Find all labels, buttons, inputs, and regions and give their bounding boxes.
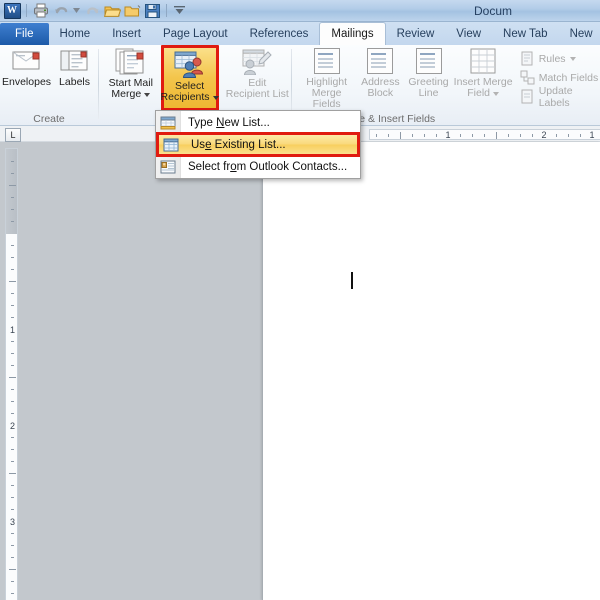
edit-recipient-list-button[interactable]: Edit Recipient List bbox=[225, 45, 290, 100]
save-icon[interactable] bbox=[143, 2, 161, 19]
highlight-merge-fields-label-bottom: Merge Fields bbox=[311, 87, 342, 110]
menu-item-type-new-list[interactable]: Type New List... bbox=[156, 113, 360, 132]
insert-merge-field-label-bottom: Field bbox=[467, 87, 491, 99]
match-fields-label: Match Fields bbox=[538, 71, 599, 84]
word-logo-glyph: W bbox=[3, 2, 21, 19]
select-recipients-label-bottom: Recipients bbox=[160, 91, 210, 103]
vruler-num-3: 3 bbox=[9, 517, 15, 527]
start-mail-merge-button[interactable]: Start Mail Merge bbox=[103, 45, 159, 100]
menu-item-use-existing-list[interactable]: Use Existing List... bbox=[156, 132, 360, 157]
write-insert-small-buttons: Rules Match Fields Update Labels bbox=[520, 45, 600, 109]
envelopes-label: Envelopes bbox=[2, 76, 52, 88]
update-labels-icon bbox=[521, 89, 533, 104]
word-logo-icon[interactable]: W bbox=[3, 2, 21, 19]
tab-new[interactable]: New bbox=[559, 24, 600, 45]
labels-icon bbox=[60, 50, 88, 71]
tab-references[interactable]: References bbox=[239, 24, 320, 45]
new-folder-icon[interactable] bbox=[123, 2, 141, 19]
outlook-contacts-icon bbox=[160, 160, 176, 173]
chevron-down-icon bbox=[144, 92, 151, 97]
select-recipients-icon bbox=[174, 51, 203, 78]
vertical-ruler[interactable]: 1 2 3 bbox=[5, 148, 18, 600]
horizontal-ruler-track[interactable]: 1 2 1 bbox=[369, 129, 600, 140]
highlight-merge-fields-button[interactable]: Highlight Merge Fields bbox=[297, 45, 356, 110]
start-mail-merge-icon bbox=[115, 48, 144, 75]
word-window: W Docum File Home Insert Page Layout Ref… bbox=[0, 0, 600, 600]
chevron-down-icon bbox=[569, 56, 576, 61]
undo-dropdown-icon[interactable] bbox=[72, 2, 81, 19]
highlight-merge-fields-icon bbox=[313, 48, 340, 74]
rules-label: Rules bbox=[538, 52, 566, 65]
menu-item-use-existing-list-label: Use Existing List... bbox=[191, 138, 286, 151]
menu-item-outlook-contacts[interactable]: Select from Outlook Contacts... bbox=[156, 157, 360, 176]
tab-file[interactable]: File bbox=[0, 23, 49, 45]
hruler-num-1: 1 bbox=[445, 130, 451, 140]
select-recipients-button[interactable]: Select Recipients bbox=[161, 45, 219, 111]
hruler-num-2: 2 bbox=[541, 130, 547, 140]
qat-divider-2 bbox=[166, 4, 167, 17]
menu-item-outlook-contacts-label: Select from Outlook Contacts... bbox=[188, 160, 348, 173]
group-divider-2 bbox=[291, 49, 292, 119]
update-labels-label: Update Labels bbox=[538, 84, 573, 109]
group-divider-1 bbox=[98, 49, 99, 119]
tab-page-layout[interactable]: Page Layout bbox=[152, 24, 239, 45]
start-mail-merge-label-bottom: Merge bbox=[111, 88, 142, 100]
envelope-icon bbox=[12, 51, 40, 70]
edit-recipient-list-icon bbox=[242, 49, 272, 75]
menu-item-type-new-list-label: Type New List... bbox=[188, 116, 270, 129]
insert-merge-field-button[interactable]: Insert Merge Field bbox=[453, 45, 514, 99]
tab-home[interactable]: Home bbox=[49, 24, 102, 45]
window-title: Docum bbox=[473, 3, 512, 18]
address-block-icon bbox=[367, 48, 394, 74]
rules-icon bbox=[521, 51, 533, 66]
document-workspace bbox=[0, 142, 600, 600]
redo-icon[interactable] bbox=[83, 2, 101, 19]
use-existing-list-icon bbox=[163, 138, 179, 151]
hruler-num-3: 1 bbox=[589, 130, 595, 140]
tab-view[interactable]: View bbox=[445, 24, 492, 45]
tab-mailings[interactable]: Mailings bbox=[319, 22, 386, 45]
edit-recipient-list-label-bottom: Recipient List bbox=[225, 88, 289, 100]
print-icon[interactable] bbox=[32, 2, 50, 19]
greeting-line-label-bottom: Line bbox=[418, 87, 439, 99]
update-labels-button[interactable]: Update Labels bbox=[520, 84, 600, 109]
open-icon[interactable] bbox=[103, 2, 121, 19]
quick-access-toolbar: W bbox=[0, 2, 186, 19]
tab-insert[interactable]: Insert bbox=[101, 24, 152, 45]
group-label-create: Create bbox=[33, 113, 65, 125]
customize-qat-icon[interactable] bbox=[172, 2, 186, 19]
title-bar: W Docum bbox=[0, 0, 600, 22]
document-page[interactable] bbox=[262, 142, 600, 600]
labels-button[interactable]: Labels bbox=[51, 45, 98, 88]
tab-stop-selector[interactable]: L bbox=[5, 128, 21, 142]
undo-icon[interactable] bbox=[52, 2, 70, 19]
rules-button[interactable]: Rules bbox=[520, 49, 600, 68]
type-new-list-icon bbox=[160, 116, 176, 129]
ribbon-group-create: Envelopes Labels Create bbox=[0, 45, 98, 126]
chevron-down-icon bbox=[493, 91, 500, 96]
qat-divider bbox=[26, 4, 27, 17]
address-block-label-bottom: Block bbox=[367, 87, 394, 99]
match-fields-icon bbox=[520, 70, 535, 85]
greeting-line-icon bbox=[415, 48, 442, 74]
ribbon-tab-strip: File Home Insert Page Layout References … bbox=[0, 22, 600, 45]
vruler-num-2: 2 bbox=[9, 421, 15, 431]
greeting-line-button[interactable]: Greeting Line bbox=[404, 45, 452, 99]
select-recipients-menu: Type New List... Use Existing List... Se… bbox=[155, 110, 361, 179]
labels-label: Labels bbox=[59, 76, 90, 88]
envelopes-button[interactable]: Envelopes bbox=[2, 45, 51, 88]
text-cursor bbox=[351, 272, 353, 289]
insert-merge-field-icon bbox=[470, 48, 496, 74]
tab-review[interactable]: Review bbox=[386, 24, 446, 45]
vruler-num-1: 1 bbox=[9, 325, 15, 335]
tab-new-tab[interactable]: New Tab bbox=[492, 24, 559, 45]
address-block-button[interactable]: Address Block bbox=[356, 45, 404, 99]
chevron-down-icon bbox=[212, 95, 219, 100]
